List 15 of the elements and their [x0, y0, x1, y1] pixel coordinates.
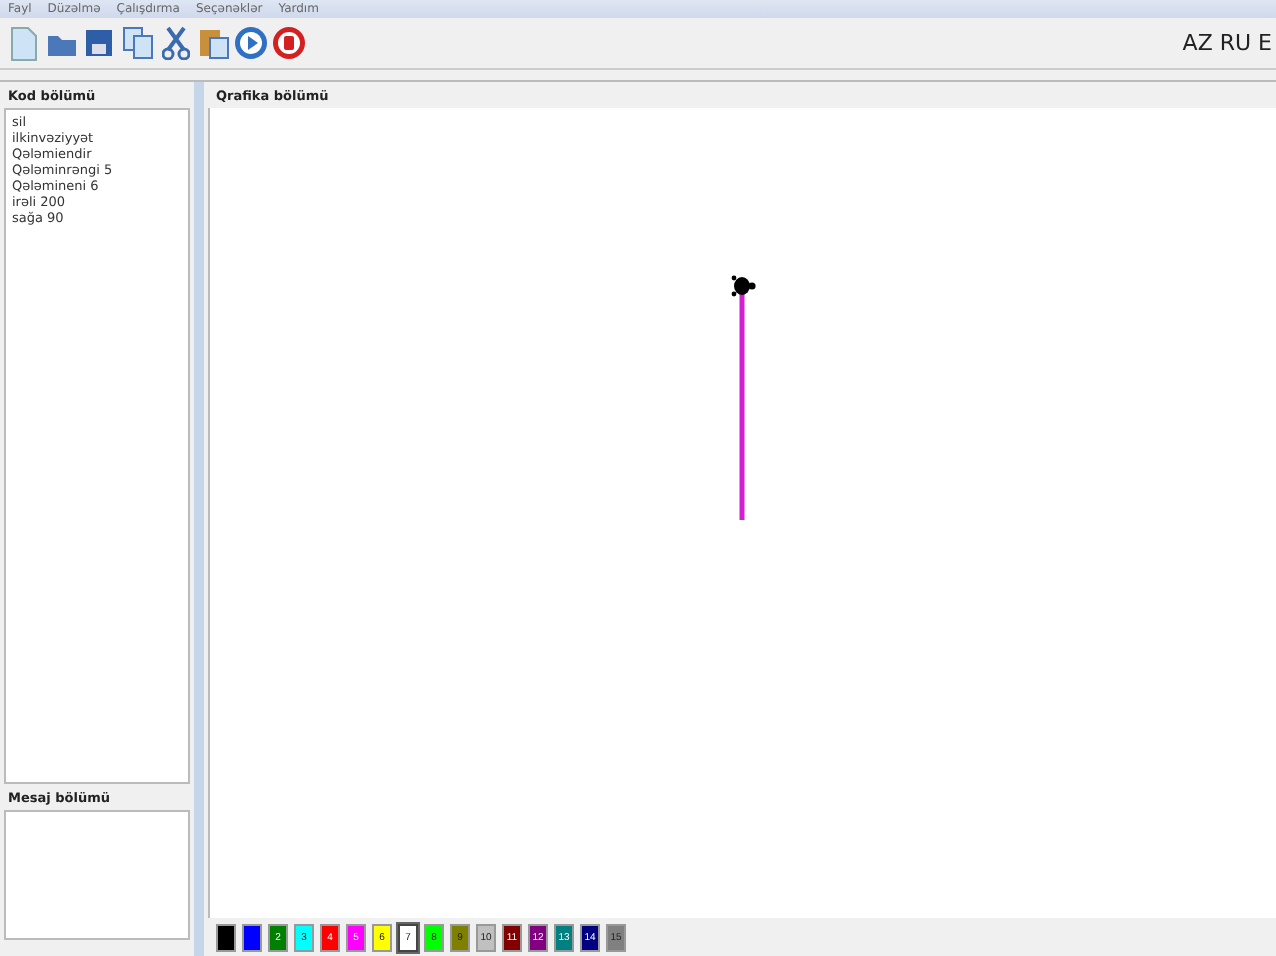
language-switcher[interactable]: AZ RU E	[1182, 30, 1272, 56]
play-icon	[234, 26, 268, 60]
paste-icon	[197, 26, 229, 60]
copy-icon	[121, 26, 153, 60]
new-file-icon	[9, 25, 37, 61]
turtle-icon	[731, 275, 756, 297]
run-button[interactable]	[234, 23, 268, 63]
color-swatch[interactable]	[242, 923, 262, 951]
copy-button[interactable]	[120, 23, 154, 63]
stop-icon	[272, 26, 306, 60]
stop-button[interactable]	[272, 23, 306, 63]
save-icon	[84, 28, 114, 58]
color-swatch[interactable]	[216, 923, 236, 951]
scissors-icon	[161, 26, 189, 60]
cut-button[interactable]	[158, 23, 192, 63]
